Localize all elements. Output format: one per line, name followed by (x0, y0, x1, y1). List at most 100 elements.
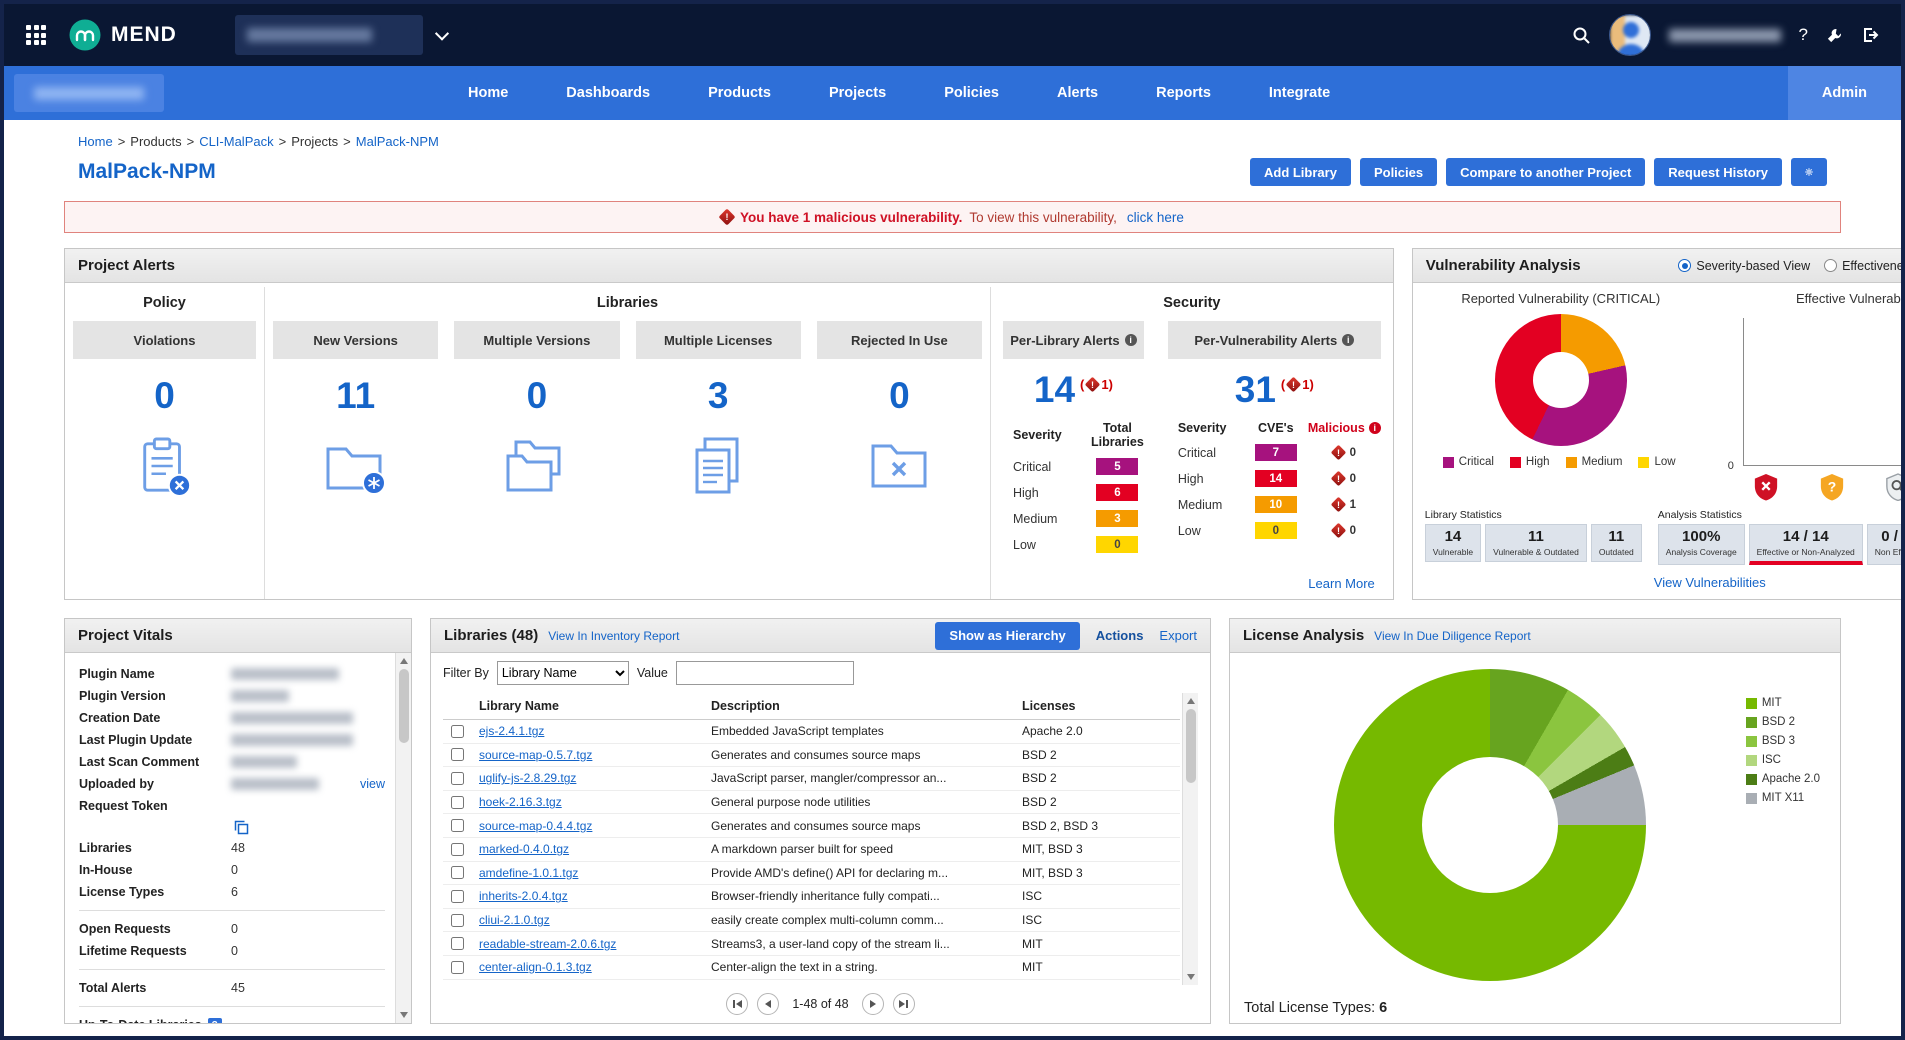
next-page-button[interactable] (862, 993, 884, 1015)
help-badge-icon[interactable]: ? (208, 1018, 222, 1023)
policies-button[interactable]: Policies (1360, 158, 1437, 186)
severity-count-chip[interactable]: 5 (1096, 458, 1138, 475)
app-grid-icon[interactable] (26, 25, 46, 45)
scroll-down-icon[interactable] (1187, 974, 1195, 980)
filter-field-select[interactable]: Library Name (497, 661, 629, 685)
row-checkbox[interactable] (451, 961, 464, 974)
org-selector[interactable] (235, 15, 423, 55)
info-icon[interactable] (1369, 422, 1381, 434)
breadcrumb-project[interactable]: MalPack-NPM (356, 134, 439, 149)
severity-view-label[interactable]: Severity-based View (1696, 259, 1810, 273)
multiple-licenses-count[interactable]: 3 (708, 375, 729, 417)
library-name-link[interactable]: center-align-0.1.3.tgz (479, 960, 711, 974)
row-checkbox[interactable] (451, 796, 464, 809)
learn-more-link[interactable]: Learn More (1308, 576, 1374, 591)
row-checkbox[interactable] (451, 866, 464, 879)
library-name-link[interactable]: marked-0.4.0.tgz (479, 842, 711, 856)
help-icon[interactable]: ? (1799, 25, 1808, 45)
severity-count-chip[interactable]: 6 (1096, 484, 1138, 501)
library-name-link[interactable]: hoek-2.16.3.tgz (479, 795, 711, 809)
row-checkbox[interactable] (451, 748, 464, 761)
per-library-total[interactable]: 14 (1034, 369, 1075, 411)
multiple-versions-count[interactable]: 0 (527, 375, 548, 417)
nav-reports[interactable]: Reports (1127, 66, 1240, 120)
prev-page-button[interactable] (757, 993, 779, 1015)
severity-count-chip[interactable]: 3 (1096, 510, 1138, 527)
breadcrumb-product[interactable]: CLI-MalPack (199, 134, 273, 149)
per-vulnerability-total[interactable]: 31 (1235, 369, 1276, 411)
wrench-icon[interactable] (1826, 27, 1843, 44)
library-name-link[interactable]: uglify-js-2.8.29.tgz (479, 771, 711, 785)
table-scrollbar[interactable] (1182, 693, 1198, 985)
vitals-scrollbar[interactable] (395, 653, 411, 1023)
nav-policies[interactable]: Policies (915, 66, 1028, 120)
row-checkbox[interactable] (451, 890, 464, 903)
compare-project-button[interactable]: Compare to another Project (1446, 158, 1645, 186)
analyze-shield-icon[interactable] (1885, 473, 1901, 501)
library-name-link[interactable]: source-map-0.5.7.tgz (479, 748, 711, 762)
library-name-link[interactable]: source-map-0.4.4.tgz (479, 819, 711, 833)
col-library-name[interactable]: Library Name (479, 699, 711, 713)
library-name-link[interactable]: readable-stream-2.0.6.tgz (479, 937, 711, 951)
search-icon[interactable] (1572, 26, 1591, 45)
library-name-link[interactable]: ejs-2.4.1.tgz (479, 724, 711, 738)
row-checkbox[interactable] (451, 914, 464, 927)
export-button[interactable]: Export (1159, 628, 1197, 643)
nav-dashboards[interactable]: Dashboards (537, 66, 679, 120)
logout-icon[interactable] (1861, 26, 1879, 44)
rejected-in-use-count[interactable]: 0 (889, 375, 910, 417)
effectiveness-view-label[interactable]: Effectiveness-based View (1842, 259, 1901, 273)
last-page-button[interactable] (893, 993, 915, 1015)
nav-projects[interactable]: Projects (800, 66, 915, 120)
show-as-hierarchy-button[interactable]: Show as Hierarchy (935, 622, 1079, 650)
scroll-up-icon[interactable] (400, 658, 408, 664)
library-name-link[interactable]: amdefine-1.0.1.tgz (479, 866, 711, 880)
filter-value-input[interactable] (676, 661, 854, 685)
nav-admin[interactable]: Admin (1788, 66, 1901, 120)
first-page-button[interactable] (726, 993, 748, 1015)
scroll-down-icon[interactable] (400, 1012, 408, 1018)
effectiveness-view-radio[interactable] (1824, 259, 1837, 272)
malicious-shield-icon[interactable] (1753, 473, 1779, 501)
severity-count-chip[interactable]: 0 (1096, 536, 1138, 553)
inventory-report-link[interactable]: View In Inventory Report (548, 629, 679, 643)
breadcrumb-home[interactable]: Home (78, 134, 113, 149)
row-checkbox[interactable] (451, 819, 464, 832)
nav-home[interactable]: Home (439, 66, 537, 120)
cve-count-chip[interactable]: 14 (1255, 470, 1297, 487)
unknown-shield-icon[interactable]: ? (1819, 473, 1845, 501)
violations-count[interactable]: 0 (154, 375, 175, 417)
banner-click-here-link[interactable]: click here (1127, 210, 1184, 225)
row-checkbox[interactable] (451, 843, 464, 856)
nav-context-redacted[interactable] (14, 74, 164, 112)
col-licenses[interactable]: Licenses (1022, 699, 1180, 713)
view-vulnerabilities-link[interactable]: View Vulnerabilities (1654, 575, 1766, 590)
cve-count-chip[interactable]: 0 (1255, 522, 1297, 539)
view-link[interactable]: view (360, 777, 385, 791)
actions-button[interactable]: Actions (1096, 628, 1144, 643)
new-versions-count[interactable]: 11 (336, 375, 375, 417)
nav-products[interactable]: Products (679, 66, 800, 120)
scroll-thumb[interactable] (1186, 709, 1196, 783)
nav-integrate[interactable]: Integrate (1240, 66, 1359, 120)
info-icon[interactable] (1342, 334, 1354, 346)
cve-count-chip[interactable]: 7 (1255, 444, 1297, 461)
copy-icon[interactable] (234, 820, 249, 835)
nav-alerts[interactable]: Alerts (1028, 66, 1127, 120)
info-icon[interactable] (1125, 334, 1137, 346)
add-library-button[interactable]: Add Library (1250, 158, 1351, 186)
mend-logo[interactable]: MEND (68, 18, 177, 52)
row-checkbox[interactable] (451, 937, 464, 950)
col-description[interactable]: Description (711, 699, 1022, 713)
severity-view-radio[interactable] (1678, 259, 1691, 272)
row-checkbox[interactable] (451, 725, 464, 738)
avatar[interactable] (1609, 14, 1651, 56)
due-diligence-report-link[interactable]: View In Due Diligence Report (1374, 629, 1531, 643)
chevron-down-icon[interactable] (435, 27, 449, 41)
library-name-link[interactable]: cliui-2.1.0.tgz (479, 913, 711, 927)
library-name-link[interactable]: inherits-2.0.4.tgz (479, 889, 711, 903)
request-history-button[interactable]: Request History (1654, 158, 1782, 186)
row-checkbox[interactable] (451, 772, 464, 785)
scroll-thumb[interactable] (399, 669, 409, 743)
settings-gear-button[interactable] (1791, 158, 1827, 186)
